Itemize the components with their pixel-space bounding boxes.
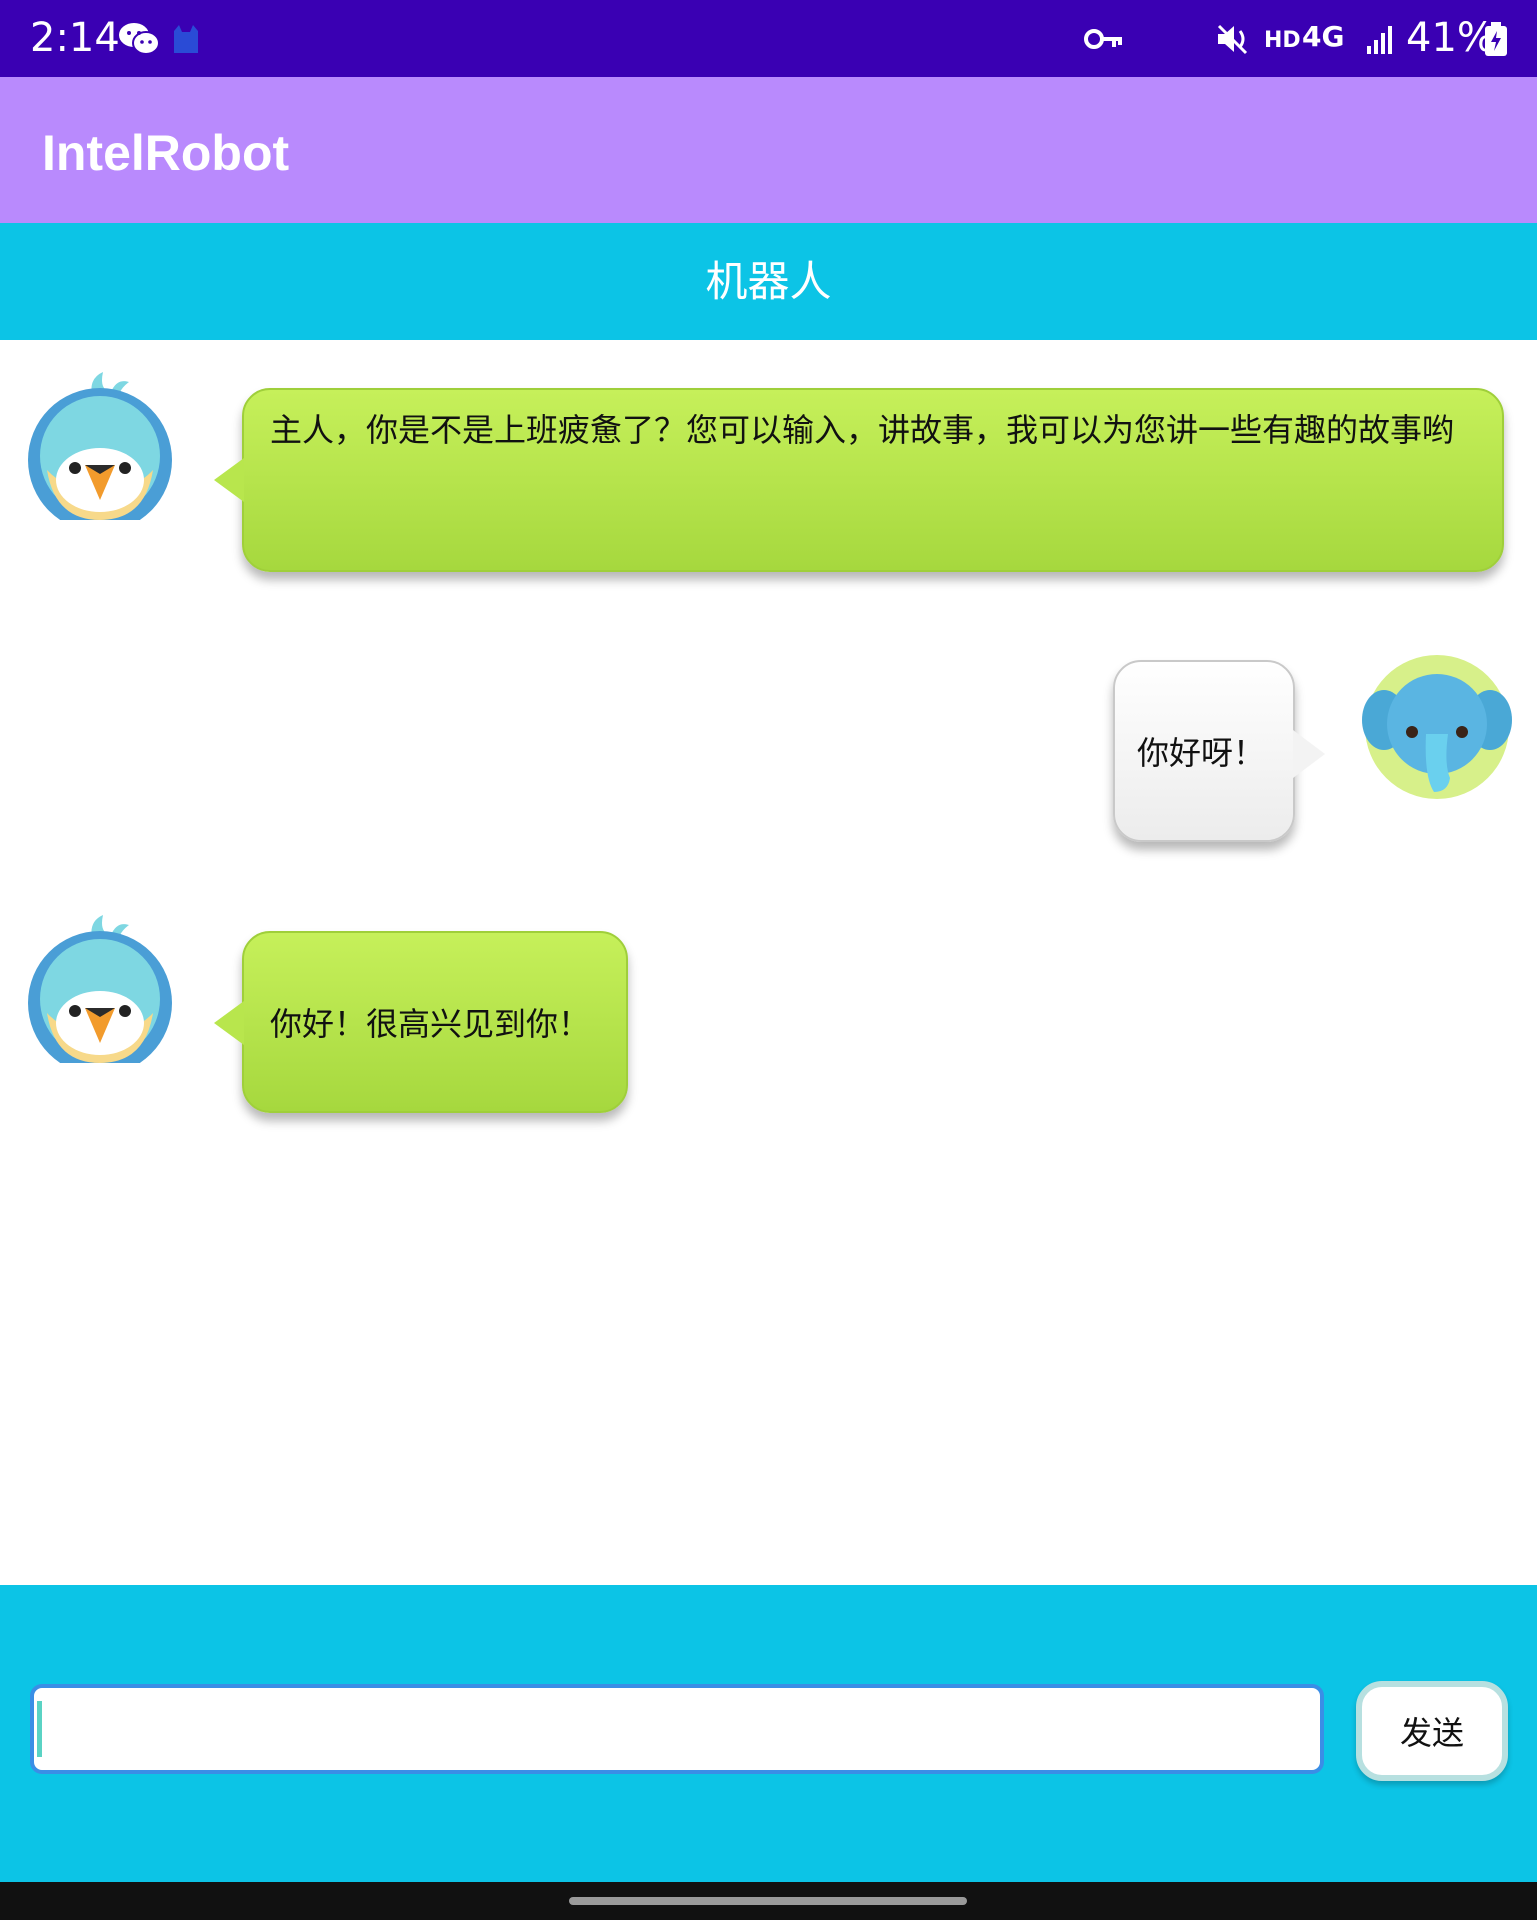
bird-avatar-icon[interactable] bbox=[25, 370, 175, 532]
hd-label: HD bbox=[1264, 28, 1301, 53]
send-button[interactable]: 发送 bbox=[1356, 1681, 1508, 1781]
bird-avatar-icon[interactable] bbox=[25, 913, 175, 1075]
app-title: IntelRobot bbox=[42, 125, 290, 181]
battery-charging-icon bbox=[1484, 20, 1508, 58]
signal-icon bbox=[1366, 20, 1394, 58]
elephant-avatar-icon[interactable] bbox=[1362, 652, 1512, 802]
chat-bubble[interactable]: 主人，你是不是上班疲惫了？您可以输入，讲故事，我可以为您讲一些有趣的故事哟 bbox=[214, 388, 1504, 572]
text-cursor bbox=[37, 1701, 42, 1757]
bubble-tail bbox=[214, 458, 244, 502]
chat-bubble[interactable]: 你好呀！ bbox=[1113, 660, 1325, 842]
cat-icon bbox=[170, 20, 202, 58]
battery-percent: 41% bbox=[1406, 15, 1495, 61]
bubble-tail bbox=[214, 1001, 244, 1045]
app-bar: IntelRobot bbox=[0, 77, 1537, 223]
home-gesture-handle[interactable] bbox=[569, 1897, 967, 1905]
navigation-bar bbox=[0, 1882, 1537, 1920]
vpn-key-icon bbox=[1084, 20, 1124, 58]
message-input[interactable] bbox=[30, 1684, 1324, 1774]
network-label: 4G bbox=[1302, 20, 1345, 53]
chat-bubble[interactable]: 你好！很高兴见到你！ bbox=[214, 931, 628, 1113]
chat-list[interactable]: 主人，你是不是上班疲惫了？您可以输入，讲故事，我可以为您讲一些有趣的故事哟 你好… bbox=[0, 340, 1537, 1585]
wechat-icon bbox=[118, 20, 160, 58]
message-text: 你好！很高兴见到你！ bbox=[270, 1005, 591, 1043]
bubble-tail bbox=[1293, 730, 1325, 778]
status-time: 2:14 bbox=[30, 15, 120, 61]
message-text: 你好呀！ bbox=[1137, 734, 1266, 772]
chat-header: 机器人 bbox=[0, 223, 1537, 340]
message-text: 主人，你是不是上班疲惫了？您可以输入，讲故事，我可以为您讲一些有趣的故事哟 bbox=[270, 411, 1455, 449]
chat-title: 机器人 bbox=[705, 257, 832, 306]
status-bar: 2:14 HD 4G 41% bbox=[0, 0, 1537, 77]
mute-icon bbox=[1216, 20, 1250, 58]
composer: 发送 bbox=[0, 1585, 1537, 1882]
